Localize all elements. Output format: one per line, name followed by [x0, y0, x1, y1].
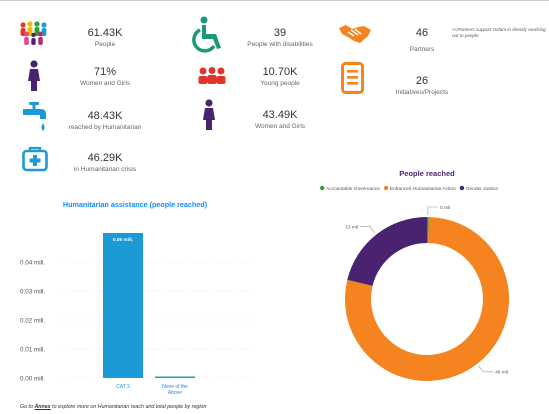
young-people-icon	[198, 67, 226, 84]
crisis-label: in Humanitarian crisis	[73, 166, 137, 173]
disabilities-value: 39	[273, 27, 287, 39]
initiatives-value: 26	[415, 75, 429, 87]
donut-data-label: 0 mil	[440, 205, 450, 211]
legend-label-1: Accountable Governance	[326, 186, 380, 192]
bar-1	[103, 233, 143, 378]
footer-prefix: Go to	[20, 404, 35, 410]
legend-marker-2	[383, 185, 389, 191]
humanitarian-value: 48.43K	[87, 110, 123, 122]
humanitarian-label: reached by Humanitarian	[68, 124, 142, 131]
bar-y-tick-label: 0.02 mill.	[20, 317, 45, 324]
handshake-icon	[339, 25, 371, 43]
partners-note: <<Partners support Oxfam in directly rea…	[452, 27, 546, 39]
legend-marker-3	[459, 185, 465, 191]
legend-label-2: Enhanced Humanitarian Action	[390, 186, 456, 192]
people-reached-donut-chart: People reached Accountable Governance Enha…	[320, 169, 509, 381]
disabilities-label: People with disabilities	[247, 41, 313, 48]
partners-label: Partners	[409, 46, 435, 53]
donut-chart-title: People reached	[399, 169, 455, 178]
young-people-value: 10.70K	[262, 66, 298, 78]
crisis-value: 46.29K	[87, 152, 123, 164]
people-value: 61.43K	[87, 27, 123, 39]
bar-x-tick-label: Above	[168, 390, 182, 396]
people-label: People	[94, 41, 116, 48]
woman-icon	[28, 60, 40, 91]
legend-marker-1	[320, 185, 325, 191]
bar-x-tick-label: CAT 2	[116, 384, 130, 390]
bar-y-tick-label: 0.01 mill.	[20, 346, 45, 353]
donut-slice-3	[347, 217, 427, 286]
footer-suffix: to explore more on Humanitarian reach an…	[50, 404, 207, 410]
bar-data-label: 0.05 mill.	[113, 237, 133, 243]
donut-data-label: 48 mil	[495, 370, 508, 376]
bar-y-tick-label: 0.04 mill.	[20, 259, 45, 266]
footer-note: Go to Annex to explore more on Humanitar…	[20, 404, 206, 410]
donut-leader-3	[360, 226, 376, 234]
humanitarian-bar-chart: Humanitarian assistance (people reached)…	[20, 200, 255, 396]
women-girls-percent-value: 71%	[93, 66, 117, 78]
women-girls-count-label: Women and Girls	[254, 123, 306, 130]
partners-value: 46	[415, 27, 429, 39]
annex-link[interactable]: Annex	[34, 404, 50, 410]
top-border	[0, 0, 549, 1]
young-people-label: Young people	[260, 80, 300, 87]
women-girls-count-value: 43.49K	[262, 109, 298, 121]
bar-chart-title: Humanitarian assistance (people reached)	[63, 200, 208, 209]
bar-y-tick-label: 0.00 mill.	[20, 375, 45, 382]
donut-leader-1	[427, 206, 438, 216]
woman-icon-2	[203, 99, 215, 130]
bar-y-tick-label: 0.03 mill.	[20, 288, 45, 295]
donut-data-label: 13 mil	[345, 225, 358, 231]
first-aid-kit-icon	[22, 146, 48, 172]
people-group-icon	[20, 21, 47, 45]
women-girls-percent-label: Women and Girls	[79, 80, 131, 87]
donut-leader-2	[478, 365, 494, 373]
wheelchair-icon	[192, 16, 221, 53]
legend-label-3: Gender Justice	[466, 186, 499, 192]
document-list-icon	[341, 62, 364, 94]
bar-2	[155, 376, 195, 378]
initiatives-label: Initiatives/Projects	[395, 89, 449, 96]
water-tap-icon	[23, 102, 46, 131]
